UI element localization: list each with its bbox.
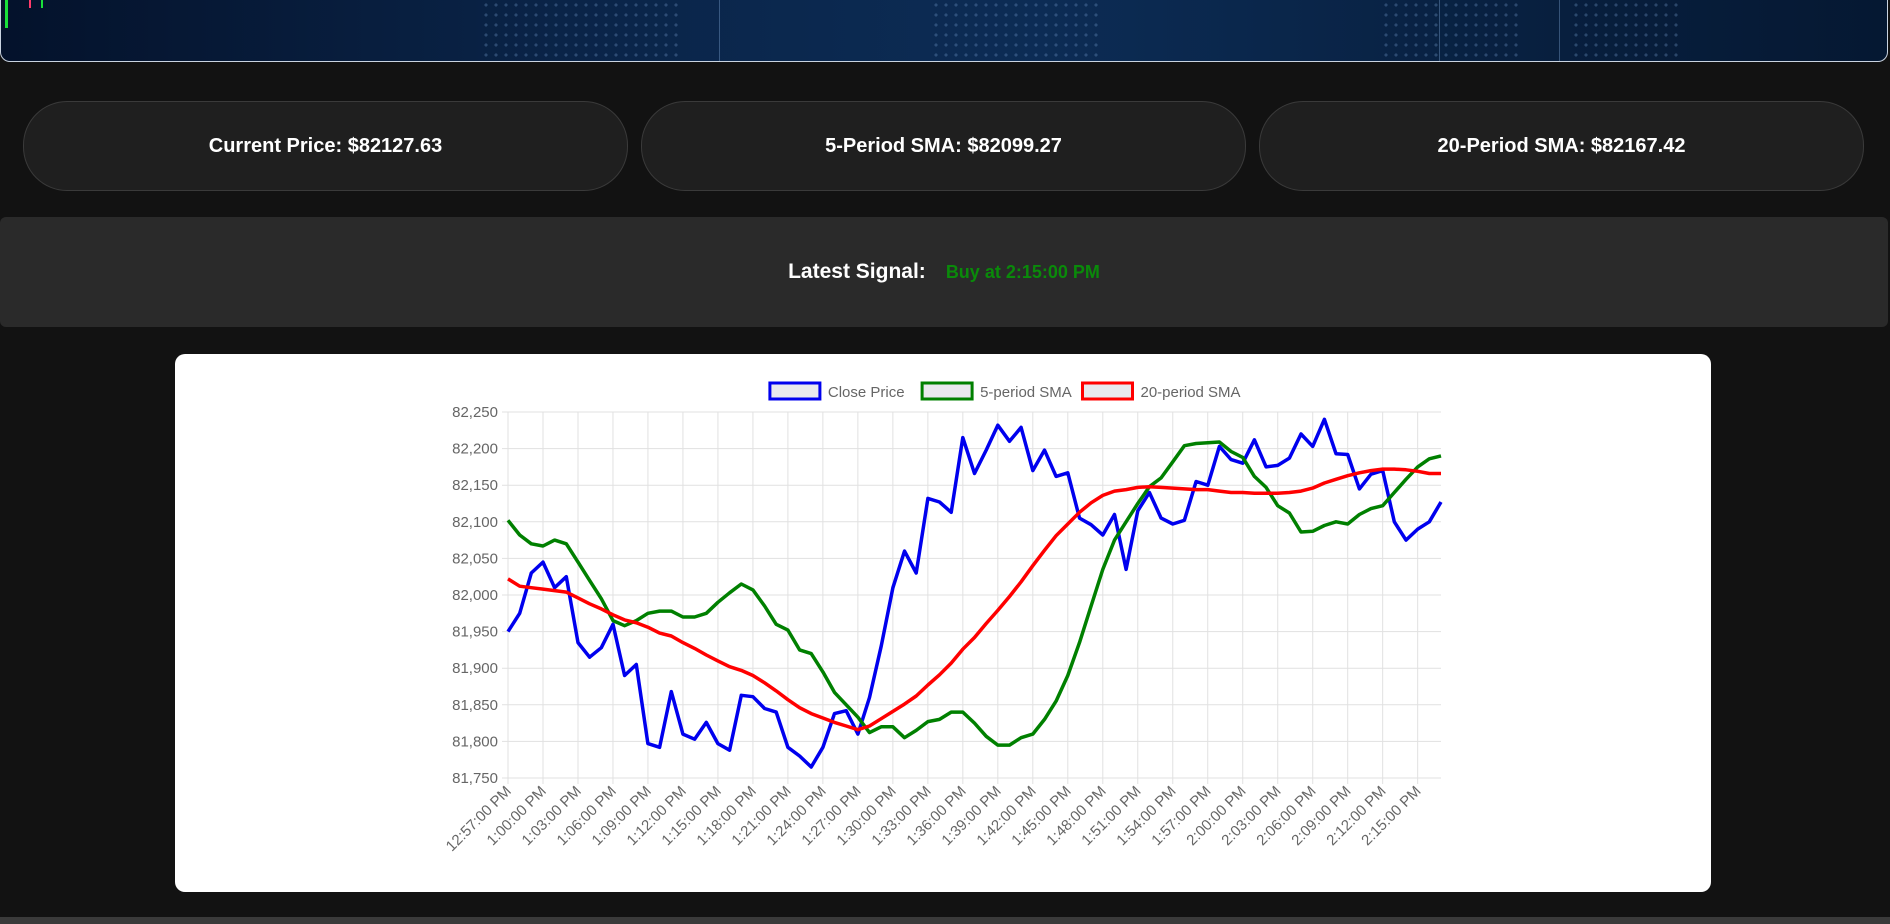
y-tick-label: 81,900	[452, 660, 498, 677]
price-chart: 82,250 82,200 82,150 82,100 82,050 82,000 81,9…	[443, 381, 1443, 855]
y-tick-label: 82,150	[452, 477, 498, 494]
banner-pattern	[1381, 0, 1521, 61]
legend-swatch	[768, 381, 822, 401]
header-banner	[0, 0, 1888, 62]
legend-label: Close Price	[828, 384, 905, 401]
sma20-card: 20-Period SMA: $82167.42	[1259, 101, 1864, 191]
sma5-text: 5-Period SMA: $82099.27	[825, 134, 1062, 157]
legend-label: 5-period SMA	[980, 384, 1072, 401]
sma5-card: 5-Period SMA: $82099.27	[641, 101, 1246, 191]
y-tick-label: 81,750	[452, 770, 498, 787]
banner-line	[1439, 0, 1440, 61]
y-tick-label: 82,100	[452, 514, 498, 531]
legend-swatch	[1081, 381, 1134, 401]
y-tick-label: 81,850	[452, 697, 498, 714]
legend-swatch	[920, 381, 974, 401]
candle-mark	[29, 0, 31, 8]
y-tick-label: 82,000	[452, 587, 498, 604]
y-tick-label: 82,050	[452, 550, 498, 567]
current-price-text: Current Price: $82127.63	[208, 134, 443, 157]
y-tick-label: 82,200	[452, 441, 498, 458]
current-price-card: Current Price: $82127.63	[23, 101, 628, 191]
sma20-text: 20-Period SMA: $82167.42	[1437, 134, 1686, 157]
signal-panel: Latest Signal: Buy at 2:15:00 PM	[0, 217, 1888, 327]
signal-value: Buy at 2:15:00 PM	[945, 261, 1100, 282]
chart-card: 82,250 82,200 82,150 82,100 82,050 82,000 81,9…	[175, 354, 1711, 892]
y-tick-label: 82,250	[452, 404, 498, 421]
banner-line	[719, 0, 720, 61]
candle-mark	[41, 0, 43, 8]
y-tick-label: 81,950	[452, 624, 498, 641]
y-tick-label: 81,800	[452, 733, 498, 750]
horizontal-scrollbar[interactable]	[0, 917, 1890, 924]
banner-pattern	[481, 0, 681, 61]
banner-pattern	[931, 0, 1101, 61]
legend-label: 20-period SMA	[1141, 384, 1241, 401]
banner-pattern	[1571, 0, 1681, 61]
banner-line	[1559, 0, 1560, 61]
signal-label: Latest Signal:	[788, 260, 926, 283]
candle-mark	[5, 0, 8, 28]
